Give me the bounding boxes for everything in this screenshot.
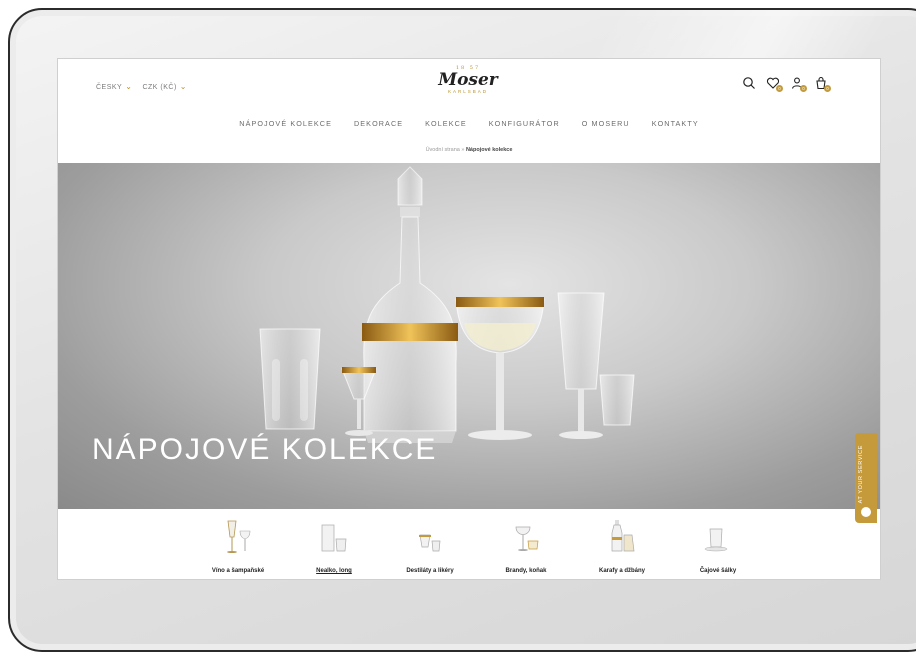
category-label: Čajové šálky: [699, 568, 737, 574]
category-item[interactable]: Víno a šampaňské: [198, 517, 278, 577]
nav-item-kontakty[interactable]: KONTAKTY: [652, 119, 699, 128]
currency-dropdown[interactable]: CZK (KČ) ⌄: [142, 82, 187, 91]
category-item[interactable]: Nealko, long: [294, 517, 374, 577]
category-row: Víno a šampaňské Nealko, long Destiláty …: [198, 517, 758, 577]
wishlist-count-badge: 0: [776, 85, 783, 92]
category-item[interactable]: Čajové šálky: [678, 517, 758, 577]
decanter: [362, 166, 458, 443]
nav-item-napojove-kolekce[interactable]: NÁPOJOVÉ KOLEKCE: [239, 119, 332, 128]
nav-item-konfigurator[interactable]: KONFIGURÁTOR: [489, 119, 560, 128]
cart-icon[interactable]: 0: [814, 76, 831, 92]
breadcrumb-home[interactable]: Úvodní strana: [426, 147, 460, 153]
main-navigation: NÁPOJOVÉ KOLEKCE DEKORACE KOLEKCE KONFIG…: [58, 119, 880, 128]
tumbler-glass: [259, 328, 321, 430]
account-icon[interactable]: 0: [790, 76, 807, 92]
category-label: Destiláty a likéry: [406, 568, 454, 574]
breadcrumb-current: Nápojové kolekce: [465, 147, 513, 153]
category-item[interactable]: Destiláty a likéry: [390, 517, 470, 577]
browser-viewport: ČESKY ⌄ CZK (KČ) ⌄ 18 57 Moser KARLSBAD 0 …: [57, 58, 881, 580]
wine-goblet: [455, 297, 545, 440]
category-label: Víno a šampaňské: [211, 568, 265, 574]
decanter-icon: [611, 520, 635, 552]
search-icon[interactable]: [742, 76, 756, 90]
hero-title: NÁPOJOVÉ KOLEKCE: [92, 433, 438, 466]
nav-item-dekorace[interactable]: DEKORACE: [354, 119, 403, 128]
nav-item-o-moseru[interactable]: O MOSERU: [582, 119, 630, 128]
champagne-flute: [557, 292, 605, 439]
category-label: Nealko, long: [316, 568, 352, 574]
wishlist-icon[interactable]: 0: [766, 76, 783, 92]
highball-glass-icon: [321, 524, 347, 552]
category-item[interactable]: Karafy a džbány: [582, 517, 662, 577]
breadcrumb-separator: »: [461, 147, 465, 153]
locale-switcher: ČESKY ⌄ CZK (KČ) ⌄: [96, 82, 187, 91]
shot-glass: [599, 374, 635, 426]
logo-subtitle: KARLSBAD: [447, 89, 488, 94]
tea-cup-icon: [704, 528, 728, 552]
chevron-down-icon: ⌄: [179, 82, 187, 91]
chevron-down-icon: ⌄: [125, 82, 133, 91]
chat-icon: [861, 507, 871, 517]
breadcrumb: Úvodní strana » Nápojové kolekce: [58, 147, 880, 153]
cart-count-badge: 0: [824, 85, 831, 92]
liqueur-glass-icon: [419, 534, 441, 552]
at-your-service-tab[interactable]: AT YOUR SERVICE: [855, 433, 877, 523]
logo-name: Moser: [438, 70, 498, 90]
brand-logo[interactable]: 18 57 Moser KARLSBAD: [418, 65, 518, 94]
header-icons: 0 0 0: [742, 76, 831, 92]
category-label: Brandy, koňak: [505, 568, 547, 574]
site-header: ČESKY ⌄ CZK (KČ) ⌄ 18 57 Moser KARLSBAD 0 …: [58, 59, 880, 117]
category-item[interactable]: Brandy, koňak: [486, 517, 566, 577]
account-badge: 0: [800, 85, 807, 92]
language-dropdown[interactable]: ČESKY ⌄: [96, 82, 132, 91]
service-tab-label: AT YOUR SERVICE: [858, 445, 864, 504]
nav-item-kolekce[interactable]: KOLEKCE: [425, 119, 467, 128]
category-label: Karafy a džbány: [598, 568, 646, 574]
wine-glass-icon: [227, 520, 251, 553]
hero-banner: NÁPOJOVÉ KOLEKCE: [58, 163, 880, 509]
brandy-glass-icon: [515, 526, 539, 551]
